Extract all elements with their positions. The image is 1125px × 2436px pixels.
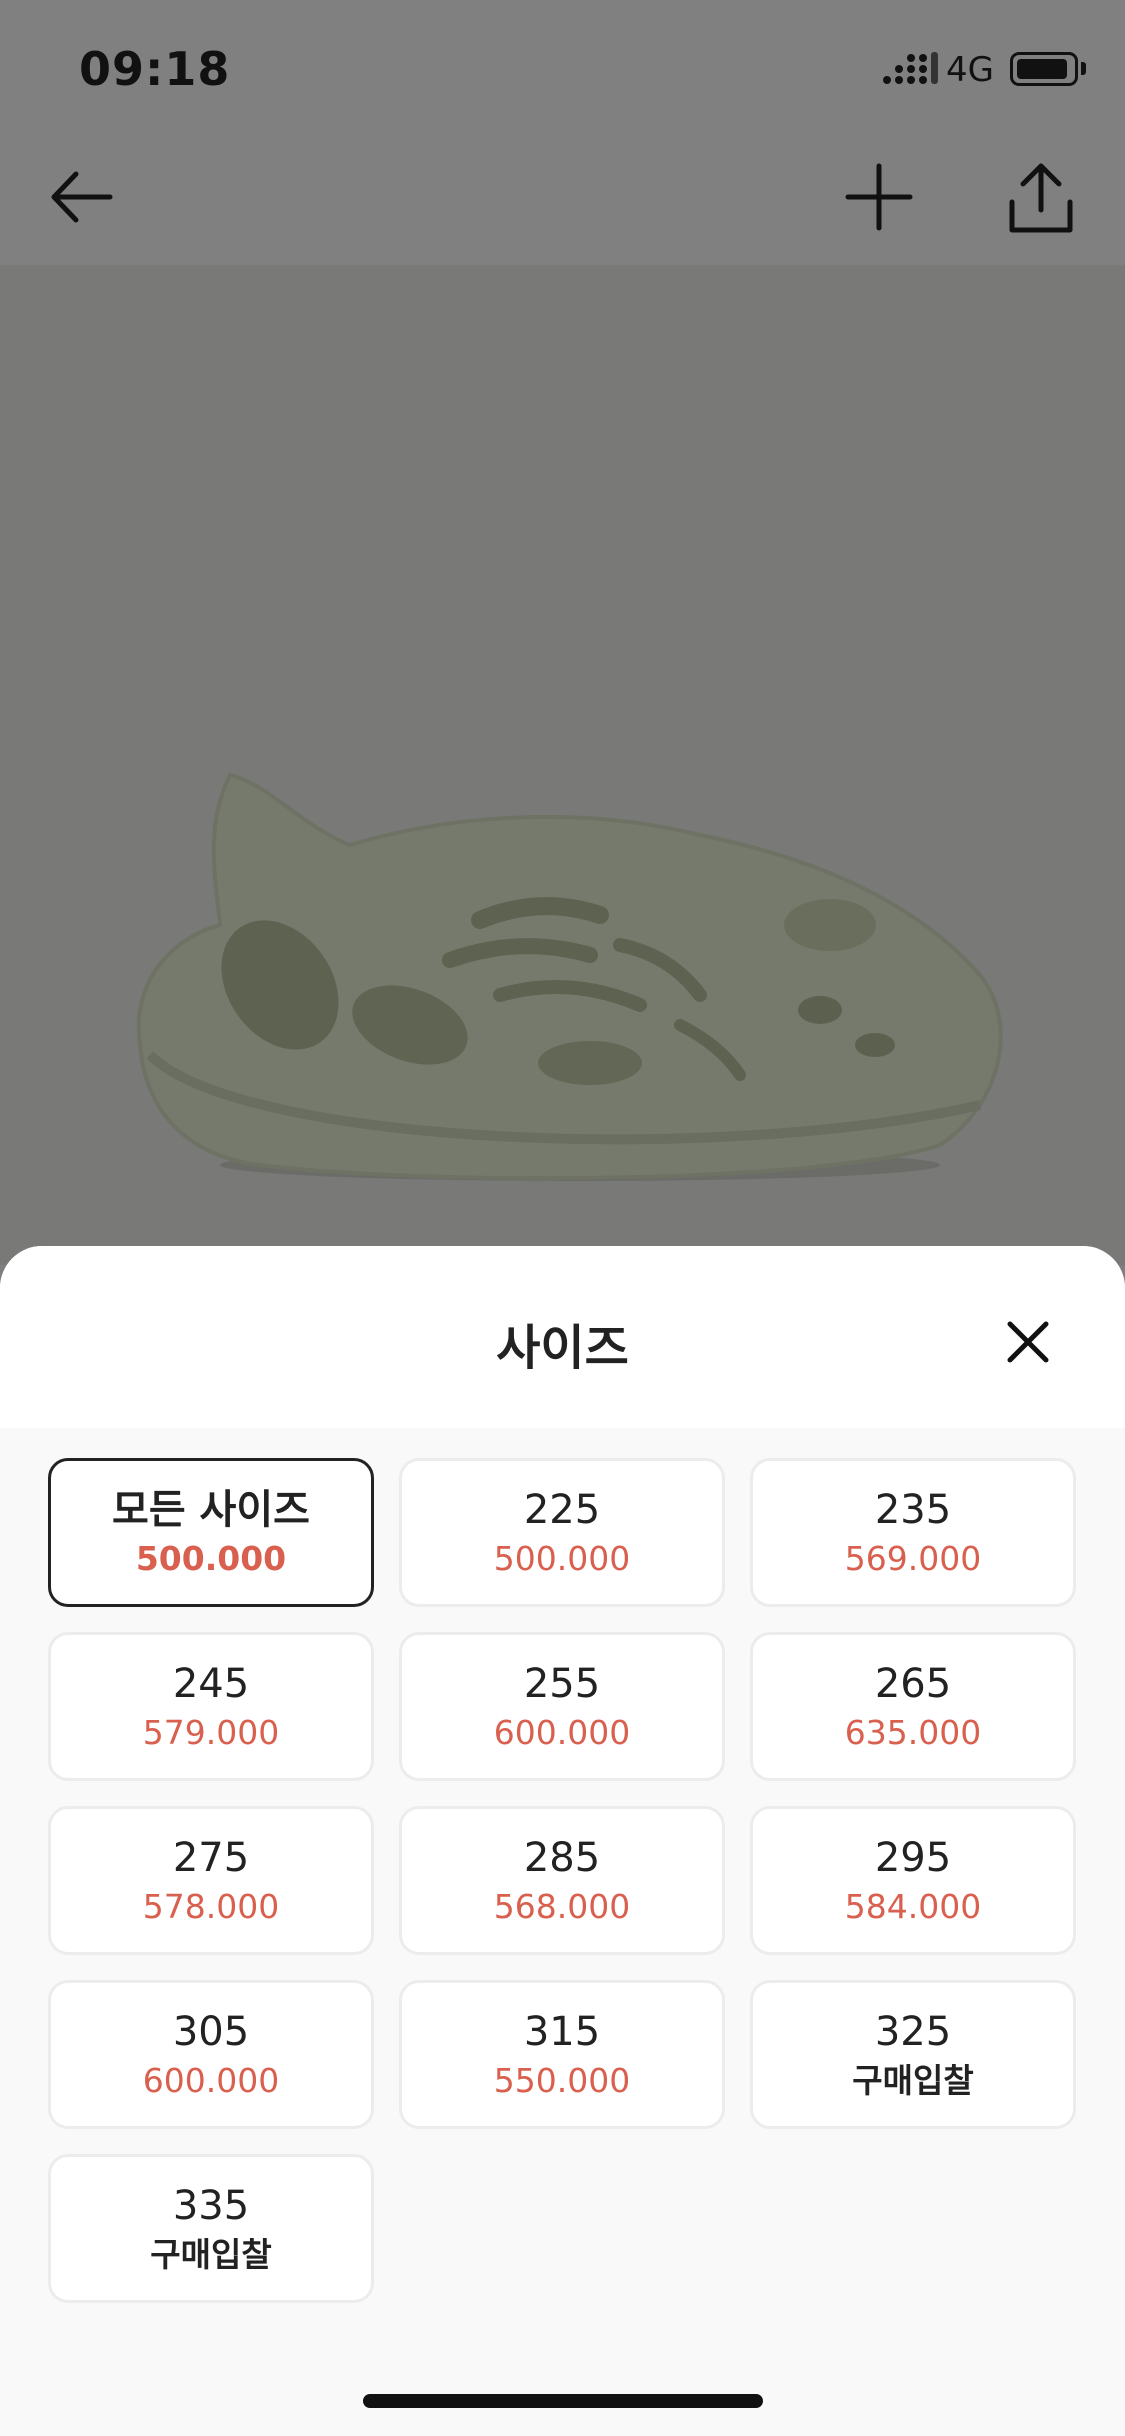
size-price: 500.000 (135, 1538, 287, 1578)
share-button[interactable] (996, 152, 1086, 242)
size-price: 500.000 (493, 1538, 631, 1578)
size-label: 235 (874, 1486, 952, 1533)
size-label: 275 (172, 1834, 250, 1881)
close-icon (1007, 1321, 1049, 1363)
status-bar: 09:18 4G (0, 0, 1125, 130)
bid-label: 구매입찰 (150, 2234, 272, 2274)
size-label: 295 (874, 1834, 952, 1881)
size-option[interactable]: 255 600.000 (399, 1632, 725, 1781)
size-option[interactable]: 225 500.000 (399, 1458, 725, 1607)
size-label: 265 (874, 1660, 952, 1707)
size-label: 325 (874, 2008, 952, 2055)
size-price: 550.000 (493, 2060, 631, 2100)
bid-label: 구매입찰 (852, 2060, 974, 2100)
size-label: 225 (523, 1486, 601, 1533)
size-price: 568.000 (493, 1886, 631, 1926)
size-label: 245 (172, 1660, 250, 1707)
size-label: 315 (523, 2008, 601, 2055)
status-time: 09:18 (79, 42, 231, 96)
size-option[interactable]: 275 578.000 (48, 1806, 374, 1955)
size-option[interactable]: 235 569.000 (750, 1458, 1076, 1607)
size-label: 335 (172, 2182, 250, 2229)
back-button[interactable] (38, 152, 128, 242)
arrow-left-icon (51, 171, 113, 223)
size-price: 600.000 (142, 2060, 280, 2100)
size-option[interactable]: 335 구매입찰 (48, 2154, 374, 2303)
size-option[interactable]: 305 600.000 (48, 1980, 374, 2129)
size-option[interactable]: 325 구매입찰 (750, 1980, 1076, 2129)
size-price: 584.000 (844, 1886, 982, 1926)
size-grid: 모든 사이즈 500.000 225 500.000 235 569.000 245 579.… (48, 1458, 1078, 2303)
shoe-image (136, 772, 1003, 1181)
top-nav-bar (0, 130, 1125, 265)
size-option[interactable]: 265 635.000 (750, 1632, 1076, 1781)
size-label: 285 (523, 1834, 601, 1881)
size-price: 569.000 (844, 1538, 982, 1578)
battery-cap (1081, 62, 1086, 75)
size-option[interactable]: 295 584.000 (750, 1806, 1076, 1955)
sheet-header: 사이즈 (0, 1246, 1125, 1428)
size-label: 305 (172, 2008, 250, 2055)
plus-icon (845, 163, 913, 231)
home-indicator[interactable] (363, 2394, 763, 2408)
add-button[interactable] (834, 152, 924, 242)
size-label: 모든 사이즈 (112, 1486, 310, 1533)
product-image-area[interactable] (0, 265, 1125, 1265)
signal-icon (883, 52, 939, 90)
size-option[interactable]: 285 568.000 (399, 1806, 725, 1955)
size-option[interactable]: 315 550.000 (399, 1980, 725, 2129)
share-icon (1009, 163, 1073, 233)
size-bottom-sheet: 사이즈 모든 사이즈 500.000 225 500.000 235 569.000 245… (0, 1246, 1125, 2436)
size-price: 635.000 (844, 1712, 982, 1752)
size-price: 579.000 (142, 1712, 280, 1752)
size-option[interactable]: 245 579.000 (48, 1632, 374, 1781)
battery-icon (1010, 52, 1078, 86)
close-button[interactable] (998, 1312, 1058, 1372)
product-screen: 09:18 4G 사이즈 모든 사이즈 500.000 225 500.000 … (0, 0, 1125, 2436)
size-option[interactable]: 모든 사이즈 500.000 (48, 1458, 374, 1607)
size-price: 578.000 (142, 1886, 280, 1926)
sheet-title: 사이즈 (496, 1320, 629, 1376)
network-type: 4G (946, 50, 994, 90)
size-label: 255 (523, 1660, 601, 1707)
size-price: 600.000 (493, 1712, 631, 1752)
